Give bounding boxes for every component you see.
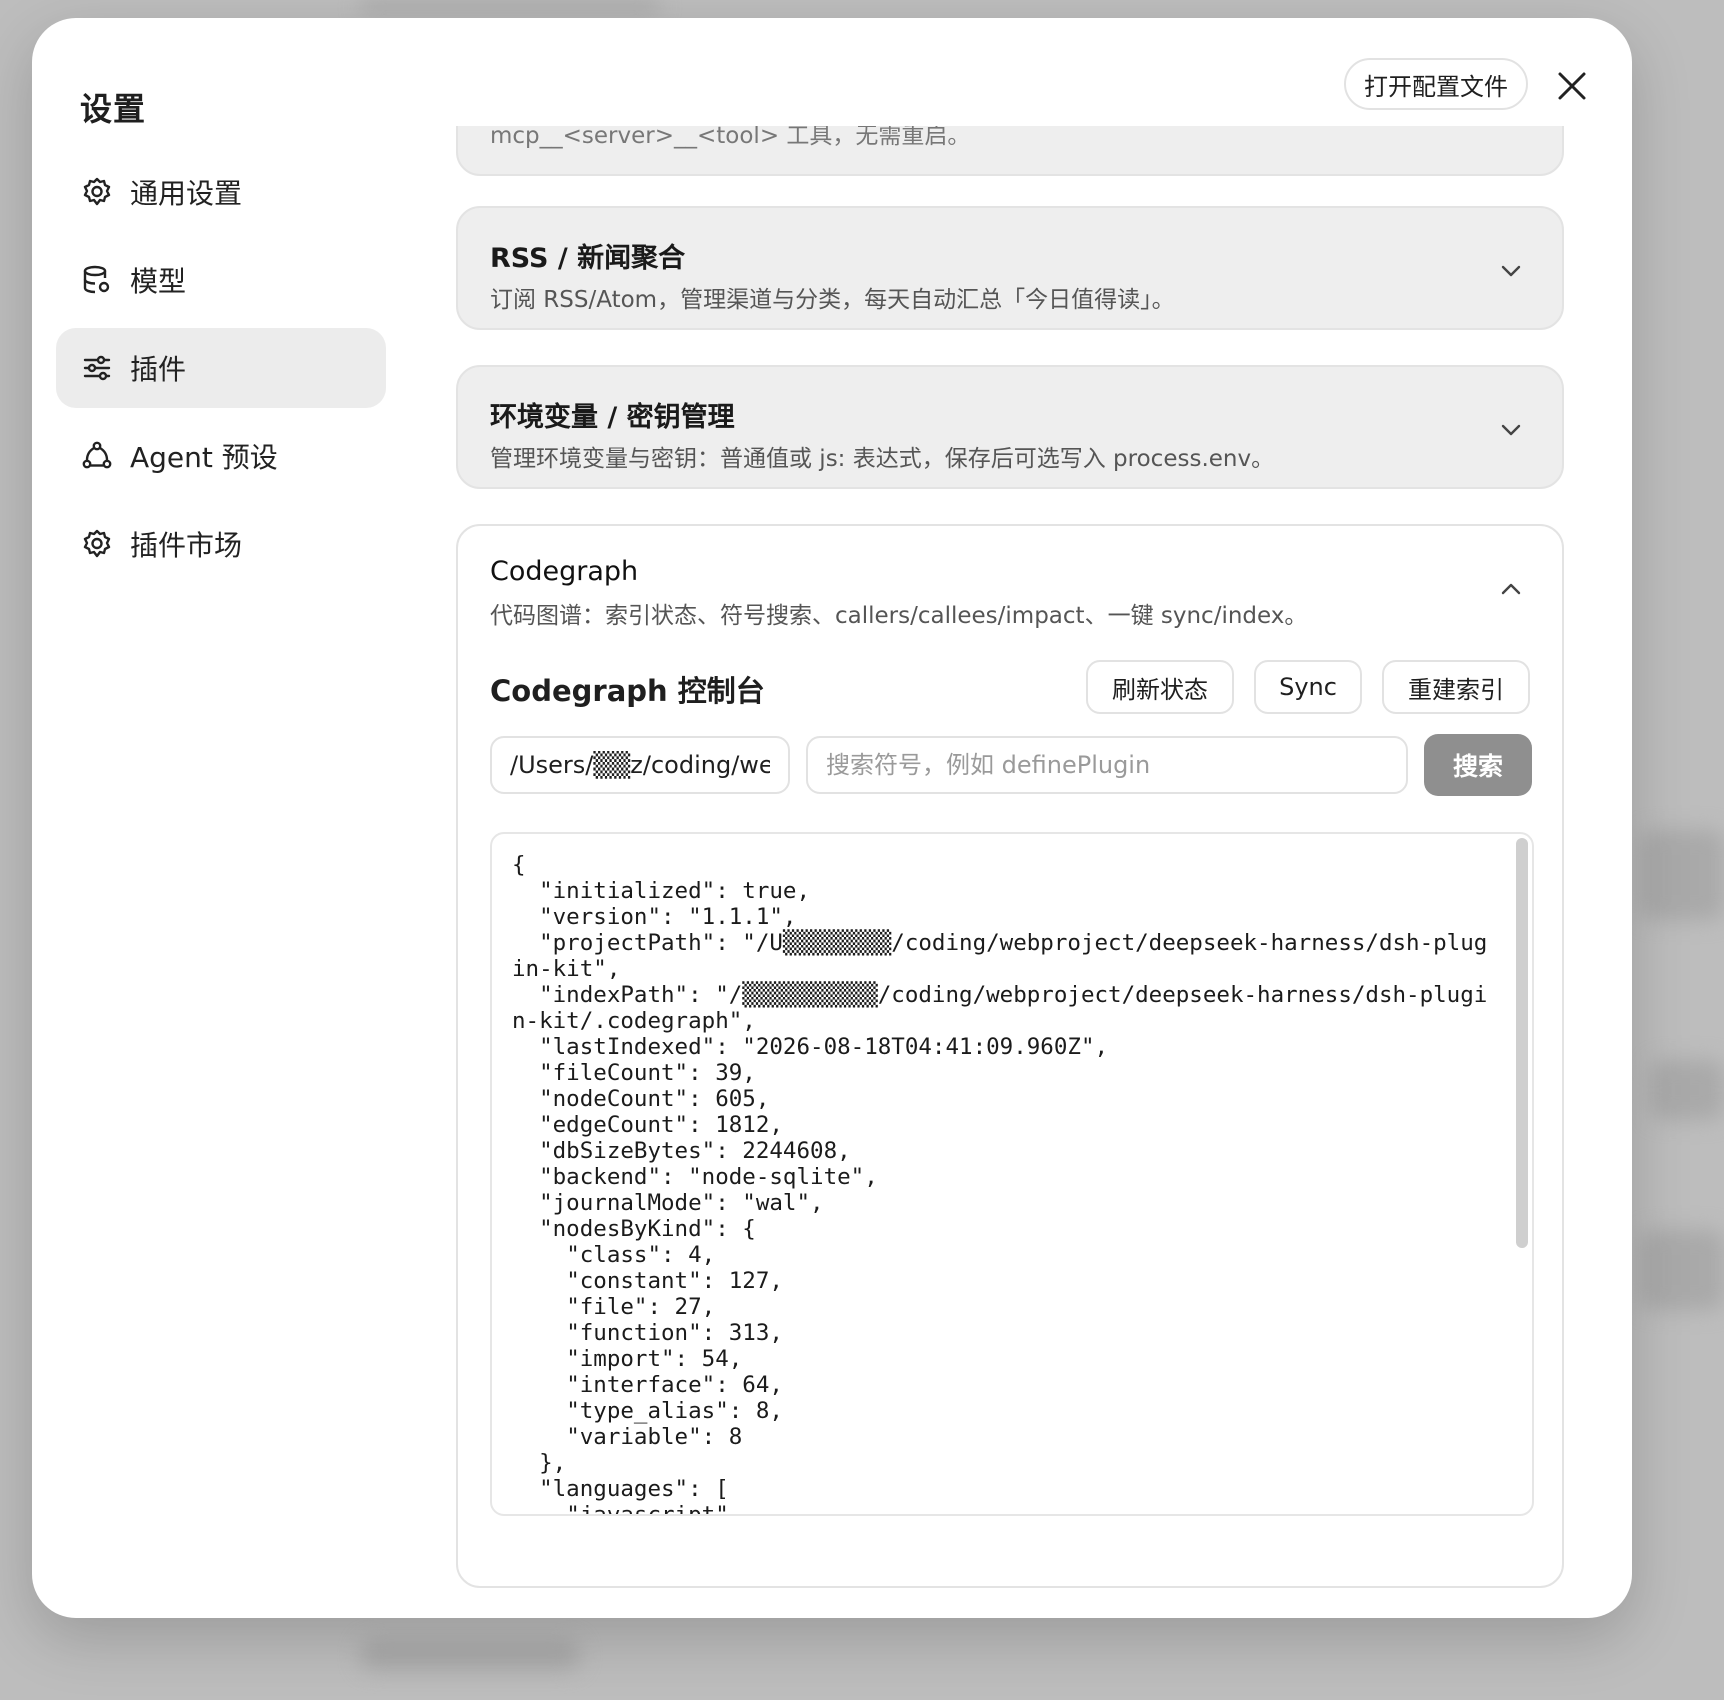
codegraph-status-output[interactable]: { "initialized": true, "version": "1.1.1… [490, 832, 1534, 1516]
plugin-card-mcp[interactable]: mcp__<server>__<tool> 工具，无需重启。 [456, 126, 1564, 176]
settings-modal: 设置 打开配置文件 通用设置 模型 插件 Agent 预设 插件市场 mcp__… [32, 18, 1632, 1618]
plugin-card-desc: 订阅 RSS/Atom，管理渠道与分类，每天自动汇总「今日值得读」。 [490, 287, 1175, 313]
refresh-status-button[interactable]: 刷新状态 [1086, 660, 1234, 714]
close-icon[interactable] [1554, 68, 1590, 104]
sidebar-item-label: 模型 [130, 265, 187, 298]
chevron-up-icon[interactable] [1498, 576, 1524, 602]
json-output-text: { "initialized": true, "version": "1.1.1… [512, 852, 1488, 1516]
gear-icon [80, 175, 114, 209]
rebuild-index-button[interactable]: 重建索引 [1382, 660, 1530, 714]
plugin-card-rss[interactable]: RSS / 新闻聚合 订阅 RSS/Atom，管理渠道与分类，每天自动汇总「今日… [456, 206, 1564, 330]
sidebar-item-agent-presets[interactable]: Agent 预设 [56, 416, 386, 496]
search-button[interactable]: 搜索 [1424, 734, 1532, 796]
sidebar-item-plugin-market[interactable]: 插件市场 [56, 504, 386, 584]
chevron-down-icon[interactable] [1498, 258, 1524, 284]
sidebar-item-plugins[interactable]: 插件 [56, 328, 386, 408]
project-path-input[interactable] [490, 736, 790, 794]
codegraph-console-title: Codegraph 控制台 [490, 674, 765, 708]
plugin-card-title: RSS / 新闻聚合 [490, 243, 686, 274]
sync-button[interactable]: Sync [1254, 660, 1362, 714]
open-config-button[interactable]: 打开配置文件 [1344, 58, 1528, 110]
symbol-search-input[interactable] [806, 736, 1408, 794]
sliders-icon [80, 351, 114, 385]
sidebar-item-models[interactable]: 模型 [56, 240, 386, 320]
sidebar-item-general[interactable]: 通用设置 [56, 152, 386, 232]
sidebar-item-label: 插件 [130, 353, 187, 386]
chevron-down-icon[interactable] [1498, 417, 1524, 443]
gear-icon [80, 527, 114, 561]
plugin-card-codegraph: Codegraph 代码图谱：索引状态、符号搜索、callers/callees… [456, 524, 1564, 1588]
plugin-card-env[interactable]: 环境变量 / 密钥管理 管理环境变量与密钥：普通值或 js: 表达式，保存后可选… [456, 365, 1564, 489]
plugin-card-desc: 管理环境变量与密钥：普通值或 js: 表达式，保存后可选写入 process.e… [490, 446, 1275, 472]
plugin-card-title: Codegraph [490, 556, 639, 587]
plugin-card-desc: 代码图谱：索引状态、符号搜索、callers/callees/impact、一键… [490, 603, 1308, 629]
sidebar-nav: 通用设置 模型 插件 Agent 预设 插件市场 [56, 152, 386, 592]
agent-network-icon [80, 439, 114, 473]
modal-title: 设置 [80, 90, 147, 128]
plugin-card-desc: mcp__<server>__<tool> 工具，无需重启。 [490, 126, 971, 149]
sidebar-item-label: 插件市场 [130, 529, 243, 562]
plugins-content: mcp__<server>__<tool> 工具，无需重启。 RSS / 新闻聚… [456, 126, 1572, 1618]
sidebar-item-label: Agent 预设 [130, 441, 278, 474]
sidebar-item-label: 通用设置 [130, 177, 243, 210]
plugin-card-title: 环境变量 / 密钥管理 [490, 402, 735, 433]
output-scrollbar[interactable] [1516, 838, 1528, 1248]
database-gear-icon [80, 263, 114, 297]
